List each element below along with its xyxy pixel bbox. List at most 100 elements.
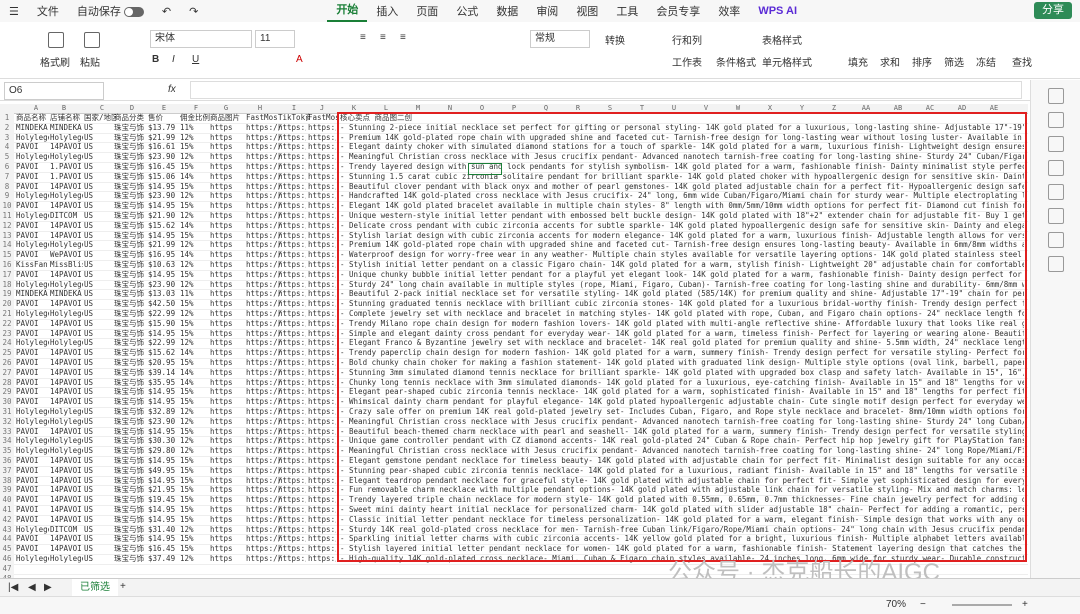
table-cell[interactable]: https:// — [278, 378, 306, 388]
row-number[interactable]: 25 — [0, 348, 14, 358]
table-cell[interactable]: 15% — [180, 485, 208, 495]
column-header[interactable]: AD — [948, 104, 976, 112]
table-cell[interactable]: 11% — [180, 123, 208, 133]
sidebar-tool-icon[interactable] — [1048, 184, 1064, 200]
table-cell[interactable]: Holyleger — [50, 417, 83, 427]
column-header[interactable]: B — [50, 104, 78, 112]
table-cell[interactable]: https:// — [308, 436, 336, 446]
italic-icon[interactable]: I — [172, 54, 175, 65]
row-number[interactable]: 1 — [0, 113, 14, 123]
row-number[interactable]: 39 — [0, 485, 14, 496]
table-cell[interactable]: 15% — [180, 495, 208, 505]
table-cell[interactable]: US — [84, 515, 112, 525]
table-cell[interactable]: US — [84, 182, 112, 192]
table-cell[interactable]: https:// — [308, 368, 336, 378]
row-number[interactable]: 22 — [0, 318, 14, 329]
table-cell[interactable]: 珠宝与饰 — [114, 270, 148, 280]
table-cell[interactable]: $16.61 — [148, 142, 179, 152]
paste-button[interactable]: 粘贴 — [80, 54, 100, 69]
table-cell[interactable]: https — [210, 211, 244, 221]
table-cell[interactable]: https — [210, 221, 244, 231]
table-cell[interactable]: https — [210, 387, 244, 397]
table-cell[interactable]: 15% — [180, 456, 208, 466]
table-cell[interactable]: 14PAVOI — [50, 476, 83, 486]
table-cell[interactable]: https:// — [278, 309, 306, 319]
column-header[interactable]: V — [692, 104, 720, 112]
table-cell[interactable]: PAVOI — [16, 348, 49, 358]
table-cell[interactable]: US — [84, 476, 112, 486]
table-cell[interactable]: US — [84, 387, 112, 397]
table-cell[interactable]: 14PAVOI — [50, 505, 83, 515]
table-cell[interactable]: US — [84, 142, 112, 152]
table-cell[interactable]: 14PAVOI — [50, 299, 83, 309]
row-number[interactable]: 12 — [0, 220, 14, 231]
table-cell[interactable]: $14.95 — [148, 270, 179, 280]
column-header[interactable]: A — [22, 104, 50, 112]
table-cell[interactable]: $20.95 — [148, 358, 179, 368]
table-cell[interactable]: 珠宝与饰 — [114, 417, 148, 427]
table-cell[interactable]: https:// — [308, 231, 336, 241]
table-cell[interactable]: $31.40 — [148, 525, 179, 535]
table-cell[interactable]: US — [84, 240, 112, 250]
column-header[interactable]: P — [500, 104, 528, 112]
table-cell[interactable]: 珠宝与饰 — [114, 329, 148, 339]
table-cell[interactable]: PAVOI — [16, 378, 49, 388]
table-cell[interactable]: 珠宝与饰 — [114, 358, 148, 368]
table-cell[interactable]: 珠宝与饰 — [114, 378, 148, 388]
table-cell[interactable]: 15% — [180, 476, 208, 486]
table-cell[interactable]: 国家/地区 — [84, 113, 116, 123]
table-cell[interactable]: https:// — [278, 280, 306, 290]
column-header[interactable]: K — [340, 104, 368, 112]
table-cell[interactable]: US — [84, 289, 112, 299]
table-cell[interactable]: https:// — [278, 201, 306, 211]
format-painter-icon[interactable] — [48, 32, 64, 48]
table-cell[interactable]: 12% — [180, 280, 208, 290]
table-cell[interactable]: PAVOI — [16, 172, 49, 182]
table-cell[interactable]: https:// — [278, 162, 306, 172]
table-cell[interactable]: https:// — [308, 152, 336, 162]
table-cell[interactable]: 14PAVOI — [50, 270, 83, 280]
table-cell[interactable]: $10.63 — [148, 260, 179, 270]
table-cell[interactable]: https:// — [278, 534, 306, 544]
table-cell[interactable]: 商品名称 — [16, 113, 48, 123]
table-cell[interactable]: https — [210, 182, 244, 192]
table-cell[interactable]: US — [84, 201, 112, 211]
column-header[interactable]: M — [404, 104, 432, 112]
table-cell[interactable]: $14.95 — [148, 456, 179, 466]
table-cell[interactable]: PAVOI — [16, 544, 49, 554]
table-cell[interactable]: $15.62 — [148, 348, 179, 358]
table-cell[interactable]: $13.03 — [148, 289, 179, 299]
table-cell[interactable]: PAVOI — [16, 534, 49, 544]
table-cell[interactable]: https:// — [278, 417, 306, 427]
table-cell[interactable]: 12% — [180, 133, 208, 143]
table-cell[interactable]: $30.30 — [148, 436, 179, 446]
table-cell[interactable]: $14.95 — [148, 476, 179, 486]
table-cell[interactable]: US — [84, 436, 112, 446]
table-cell[interactable]: 15% — [180, 427, 208, 437]
table-cell[interactable]: 15% — [180, 466, 208, 476]
table-cell[interactable]: TikTok商 — [278, 113, 310, 123]
table-cell[interactable]: US — [84, 554, 112, 564]
table-cell[interactable]: US — [84, 152, 112, 162]
table-cell[interactable]: 珠宝与饰 — [114, 436, 148, 446]
table-cell[interactable]: https:// — [278, 436, 306, 446]
table-cell[interactable]: https:// — [278, 525, 306, 535]
column-header[interactable]: Q — [532, 104, 560, 112]
table-cell[interactable]: 12% — [180, 338, 208, 348]
table-cell[interactable]: 14PAVOI — [50, 231, 83, 241]
row-number[interactable]: 2 — [0, 122, 14, 133]
table-cell[interactable]: Holyleger — [16, 240, 49, 250]
table-cell[interactable]: $23.90 — [148, 417, 179, 427]
table-cell[interactable]: https:// — [278, 250, 306, 260]
table-cell[interactable]: https — [210, 495, 244, 505]
tab-member[interactable]: 会员专享 — [647, 3, 709, 19]
tab-review[interactable]: 审阅 — [527, 3, 567, 19]
table-cell[interactable]: https:// — [308, 329, 336, 339]
table-cell[interactable]: PAVOI — [16, 466, 49, 476]
table-cell[interactable]: US — [84, 466, 112, 476]
worksheet-button[interactable]: 工作表 — [672, 54, 702, 69]
table-cell[interactable]: https — [210, 456, 244, 466]
table-cell[interactable]: 珠宝与饰 — [114, 289, 148, 299]
table-cell[interactable]: 14PAVOI — [50, 544, 83, 554]
table-cell[interactable]: Holyleger — [50, 240, 83, 250]
